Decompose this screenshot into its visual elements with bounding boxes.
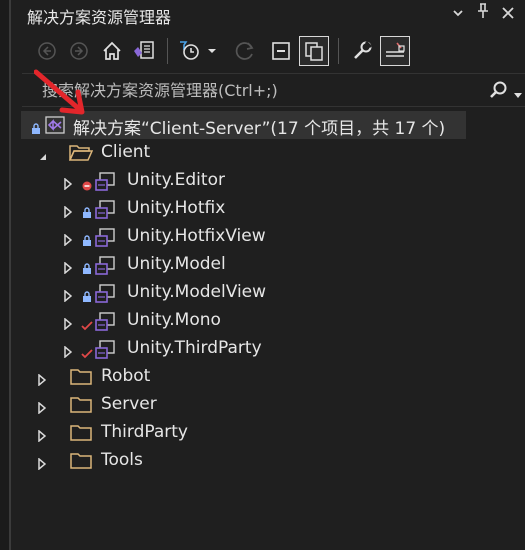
solution-explorer-panel: 解决方案资源管理器 搜索解决方案资源管理器(Ctrl+;) 解决方案“Clien… — [12, 0, 525, 550]
folder-icon — [70, 396, 92, 418]
pending-changes-filter-icon[interactable] — [177, 36, 219, 66]
sync-active-document-icon[interactable] — [230, 36, 260, 66]
collapsed-arrow-icon[interactable] — [38, 427, 47, 446]
solution-label: 解决方案“Client-Server”(17 个项目，共 17 个) — [73, 119, 446, 139]
folder-label: Robot — [101, 366, 151, 386]
error-icon — [82, 176, 92, 195]
project-label: Unity.HotfixView — [127, 226, 266, 246]
collapsed-arrow-icon[interactable] — [64, 175, 73, 194]
project-label: Unity.Editor — [127, 170, 225, 190]
show-all-files-icon[interactable] — [299, 36, 329, 66]
project-node[interactable]: Unity.HotfixView — [12, 223, 525, 251]
folder-client[interactable]: Client — [12, 139, 525, 167]
preview-selected-items-icon[interactable] — [380, 36, 410, 66]
lock-icon — [82, 260, 92, 279]
checkmark-icon — [81, 344, 93, 363]
project-node[interactable]: Unity.Model — [12, 251, 525, 279]
expanded-arrow-icon[interactable] — [38, 147, 48, 166]
collapsed-arrow-icon[interactable] — [38, 371, 47, 390]
folder-icon — [70, 368, 92, 390]
csharp-project-icon — [94, 312, 116, 336]
csharp-project-icon — [94, 228, 116, 252]
search-icon[interactable] — [488, 80, 508, 104]
folder-robot[interactable]: Robot — [12, 363, 525, 391]
forward-icon[interactable] — [64, 36, 94, 66]
search-input[interactable] — [40, 77, 474, 103]
folder-label: Tools — [101, 450, 143, 470]
pin-icon[interactable] — [472, 3, 494, 25]
collapsed-arrow-icon[interactable] — [64, 231, 73, 250]
checkmark-icon — [81, 316, 93, 335]
project-label: Unity.Mono — [127, 310, 221, 330]
folder-tools[interactable]: Tools — [12, 447, 525, 475]
home-icon[interactable] — [97, 36, 127, 66]
solution-tree: 解决方案“Client-Server”(17 个项目，共 17 个) Clien… — [12, 108, 525, 471]
csharp-project-icon — [94, 200, 116, 224]
collapsed-arrow-icon[interactable] — [64, 259, 73, 278]
csharp-project-icon — [94, 172, 116, 196]
folder-label: Server — [101, 394, 157, 414]
toolbar — [12, 30, 525, 72]
chevron-down-icon[interactable] — [447, 3, 469, 25]
title-bar: 解决方案资源管理器 — [12, 0, 525, 28]
search-bar — [22, 73, 525, 107]
project-node[interactable]: Unity.ThirdParty — [12, 335, 525, 363]
folder-server[interactable]: Server — [12, 391, 525, 419]
project-node[interactable]: Unity.Hotfix — [12, 195, 525, 223]
folder-open-icon — [68, 144, 94, 166]
close-icon[interactable] — [497, 3, 519, 25]
collapsed-arrow-icon[interactable] — [38, 455, 47, 474]
csharp-project-icon — [94, 256, 116, 280]
project-node[interactable]: Unity.ModelView — [12, 279, 525, 307]
left-edge-strip — [0, 0, 11, 550]
back-icon[interactable] — [32, 36, 62, 66]
project-node[interactable]: Unity.Editor — [12, 167, 525, 195]
vs-solution-icon — [45, 116, 65, 138]
vs-switch-views-icon[interactable] — [129, 36, 159, 66]
collapsed-arrow-icon[interactable] — [64, 343, 73, 362]
collapsed-arrow-icon[interactable] — [64, 203, 73, 222]
lock-icon — [82, 204, 92, 223]
properties-icon[interactable] — [347, 36, 377, 66]
csharp-project-icon — [94, 284, 116, 308]
folder-label: ThirdParty — [101, 422, 188, 442]
project-label: Unity.ModelView — [127, 282, 267, 302]
csharp-project-icon — [94, 340, 116, 364]
search-options-chevron-icon[interactable] — [513, 85, 523, 104]
project-node[interactable]: Unity.Mono — [12, 307, 525, 335]
lock-icon — [31, 120, 41, 139]
annotation-arrow-icon — [34, 69, 85, 115]
lock-icon — [82, 288, 92, 307]
panel-title: 解决方案资源管理器 — [27, 8, 172, 27]
collapsed-arrow-icon[interactable] — [64, 315, 73, 334]
project-label: Unity.Hotfix — [127, 198, 226, 218]
project-label: Unity.Model — [127, 254, 226, 274]
folder-icon — [70, 452, 92, 474]
folder-label: Client — [101, 142, 151, 162]
collapse-all-icon[interactable] — [266, 36, 296, 66]
folder-icon — [70, 424, 92, 446]
collapsed-arrow-icon[interactable] — [38, 399, 47, 418]
collapsed-arrow-icon[interactable] — [64, 287, 73, 306]
lock-icon — [82, 232, 92, 251]
folder-thirdparty[interactable]: ThirdParty — [12, 419, 525, 447]
project-label: Unity.ThirdParty — [127, 338, 262, 358]
